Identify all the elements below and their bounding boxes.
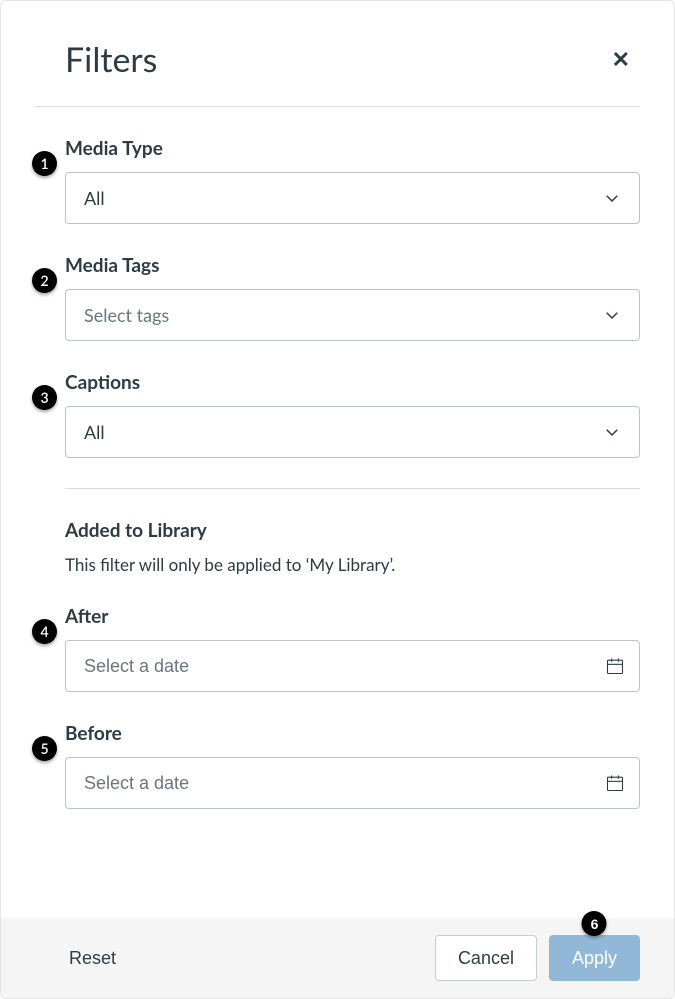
media-tags-field: Media Tags 2 Select tags: [65, 254, 640, 341]
added-to-library-description: This filter will only be applied to ‘My …: [65, 554, 640, 575]
after-date-input[interactable]: [84, 656, 605, 677]
panel-title: Filters: [65, 39, 157, 80]
before-date-wrapper: 5: [65, 757, 640, 809]
annotation-marker-3: 3: [32, 385, 57, 410]
media-tags-label: Media Tags: [65, 254, 640, 277]
media-tags-select[interactable]: 2 Select tags: [65, 289, 640, 341]
chevron-down-icon: [603, 189, 621, 207]
reset-button[interactable]: Reset: [65, 944, 120, 973]
apply-button[interactable]: 6 Apply: [549, 935, 640, 981]
media-type-field: Media Type 1 All: [65, 137, 640, 224]
media-type-select[interactable]: 1 All: [65, 172, 640, 224]
apply-button-label: Apply: [572, 948, 617, 968]
calendar-icon[interactable]: [605, 656, 625, 676]
added-to-library-heading: Added to Library: [65, 519, 640, 542]
media-tags-placeholder: Select tags: [84, 304, 169, 326]
before-field: Before 5: [65, 722, 640, 809]
captions-label: Captions: [65, 371, 640, 394]
before-label: Before: [65, 722, 640, 745]
annotation-marker-6: 6: [582, 911, 607, 936]
section-divider: [65, 488, 640, 489]
captions-field: Captions 3 All: [65, 371, 640, 458]
captions-value: All: [84, 421, 105, 443]
annotation-marker-1: 1: [32, 151, 57, 176]
panel-content: Media Type 1 All Media Tags 2 Select tag…: [1, 107, 674, 809]
media-type-value: All: [84, 187, 105, 209]
chevron-down-icon: [603, 306, 621, 324]
close-icon: ✕: [612, 47, 630, 72]
after-label: After: [65, 605, 640, 628]
filters-panel: Filters ✕ Media Type 1 All Media Tags 2 …: [0, 0, 675, 999]
annotation-marker-4: 4: [32, 619, 57, 644]
annotation-marker-5: 5: [32, 736, 57, 761]
panel-footer: Reset Cancel 6 Apply: [1, 918, 674, 998]
cancel-button[interactable]: Cancel: [435, 935, 537, 981]
after-field: After 4: [65, 605, 640, 692]
calendar-icon[interactable]: [605, 773, 625, 793]
before-date-input[interactable]: [84, 773, 605, 794]
chevron-down-icon: [603, 423, 621, 441]
captions-select[interactable]: 3 All: [65, 406, 640, 458]
after-date-wrapper: 4: [65, 640, 640, 692]
media-type-label: Media Type: [65, 137, 640, 160]
close-button[interactable]: ✕: [606, 41, 636, 79]
panel-header: Filters ✕: [1, 1, 674, 106]
annotation-marker-2: 2: [32, 268, 57, 293]
